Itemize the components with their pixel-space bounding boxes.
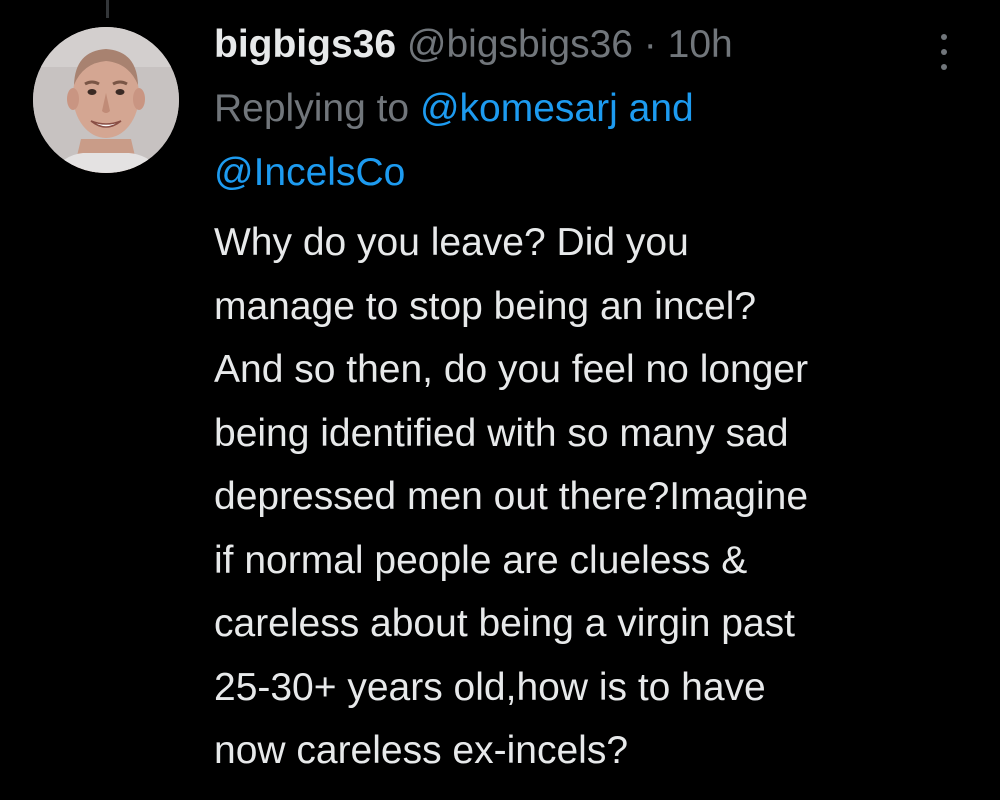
replying-to: Replying to @komesarj and @IncelsCo — [214, 77, 974, 205]
tweet-text-line: Why do you leave? Did you — [214, 221, 689, 264]
tweet-text-line: careless about being a virgin past — [214, 602, 796, 645]
separator-dot: · — [643, 23, 657, 66]
tweet-header: bigbigs36 @bigsbigs36 · 10h — [214, 22, 974, 70]
timestamp[interactable]: 10h — [668, 23, 733, 66]
tweet-text-line: being identified with so many sad — [214, 411, 789, 455]
tweet-text-line: depressed men out there?Imagine — [214, 475, 809, 518]
avatar-image — [33, 27, 179, 173]
tweet-text-line: And so then, do you feel no longer — [214, 348, 809, 391]
tweet-text-line: manage to stop being an incel? — [214, 284, 757, 328]
tweet-text: Why do you leave? Did you manage to stop… — [214, 211, 974, 783]
tweet[interactable]: bigbigs36 @bigsbigs36 · 10h Replying to … — [214, 22, 974, 783]
reply-prefix: Replying to — [214, 87, 410, 130]
reply-mention-incelsco[interactable]: @IncelsCo — [214, 151, 405, 194]
more-vertical-icon[interactable] — [936, 32, 952, 72]
tweet-text-line: 25-30+ years old,how is to have — [214, 665, 766, 709]
display-name[interactable]: bigbigs36 — [214, 23, 396, 66]
tweet-text-line: now careless ex-incels? — [214, 729, 629, 772]
reply-and[interactable]: and — [629, 87, 694, 130]
reply-mention-komesarj[interactable]: @komesarj — [420, 87, 618, 130]
thread-connector-line — [106, 0, 109, 18]
user-handle[interactable]: @bigsbigs36 — [407, 23, 633, 66]
tweet-text-line: if normal people are clueless & — [214, 538, 748, 582]
avatar[interactable] — [33, 27, 179, 173]
